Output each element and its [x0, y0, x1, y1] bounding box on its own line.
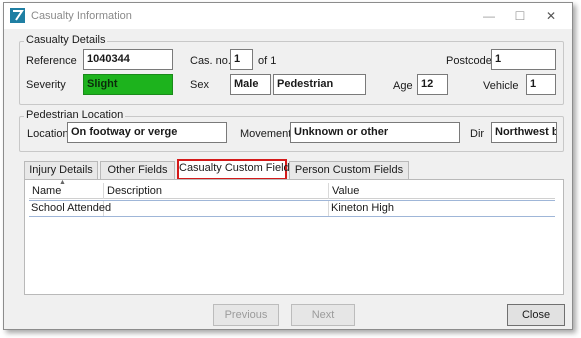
reference-label: Reference	[26, 55, 77, 67]
casualty-information-window: Casualty Information — ☐ ✕ Casualty Deta…	[3, 2, 573, 330]
sex-field[interactable]: Male	[230, 74, 271, 95]
app-logo-icon	[10, 8, 25, 23]
reference-field[interactable]: 1040344	[83, 49, 173, 70]
maximize-icon[interactable]: ☐	[510, 7, 530, 25]
tab-injury-details[interactable]: Injury Details	[24, 161, 98, 180]
cell-name[interactable]: School Attended	[29, 201, 111, 216]
cell-description[interactable]	[104, 201, 329, 216]
minimize-icon[interactable]: —	[479, 7, 499, 25]
tab-casualty-custom-fields[interactable]: Casualty Custom Fields	[177, 159, 295, 180]
age-label: Age	[393, 80, 413, 92]
severity-label: Severity	[26, 79, 66, 91]
previous-button[interactable]: Previous	[213, 304, 279, 326]
cas-count-text: of 1	[258, 55, 277, 67]
vehicle-label: Vehicle	[483, 80, 519, 92]
movement-field[interactable]: Unknown or other	[290, 122, 460, 143]
custom-fields-panel: ▲ Name Description Value School Attended…	[24, 179, 564, 295]
cas-no-label: Cas. no.	[190, 55, 231, 67]
casualty-details-label: Casualty Details	[24, 34, 108, 46]
age-field[interactable]: 12	[417, 74, 448, 95]
severity-field[interactable]: Slight	[83, 74, 173, 95]
close-button[interactable]: Close	[507, 304, 565, 326]
tab-other-fields[interactable]: Other Fields	[100, 161, 175, 180]
column-header-description[interactable]: Description	[104, 183, 329, 199]
cell-value[interactable]: Kineton High	[329, 201, 555, 216]
location-field[interactable]: On footway or verge	[67, 122, 227, 143]
tab-person-custom-fields[interactable]: Person Custom Fields	[289, 161, 409, 180]
casualty-class-field[interactable]: Pedestrian	[273, 74, 366, 95]
sex-label: Sex	[190, 79, 209, 91]
postcode-field[interactable]: 1	[491, 49, 556, 70]
window-title: Casualty Information	[31, 10, 132, 22]
table-row[interactable]: School Attended Kineton High	[29, 200, 555, 217]
movement-label: Movement	[240, 128, 292, 140]
postcode-label: Postcode	[446, 55, 492, 67]
grid-header: ▲ Name Description Value	[29, 179, 555, 199]
next-button[interactable]: Next	[291, 304, 355, 326]
column-header-name[interactable]: Name	[29, 183, 104, 199]
column-header-value[interactable]: Value	[329, 183, 555, 199]
direction-field[interactable]: Northwest bo	[491, 122, 557, 143]
title-bar: Casualty Information — ☐ ✕	[4, 3, 572, 29]
direction-label: Dir	[470, 128, 485, 140]
close-icon[interactable]: ✕	[541, 7, 561, 25]
pedestrian-location-label: Pedestrian Location	[24, 109, 126, 121]
cas-no-field[interactable]: 1	[230, 49, 253, 70]
vehicle-field[interactable]: 1	[526, 74, 556, 95]
location-label: Location	[27, 128, 69, 140]
